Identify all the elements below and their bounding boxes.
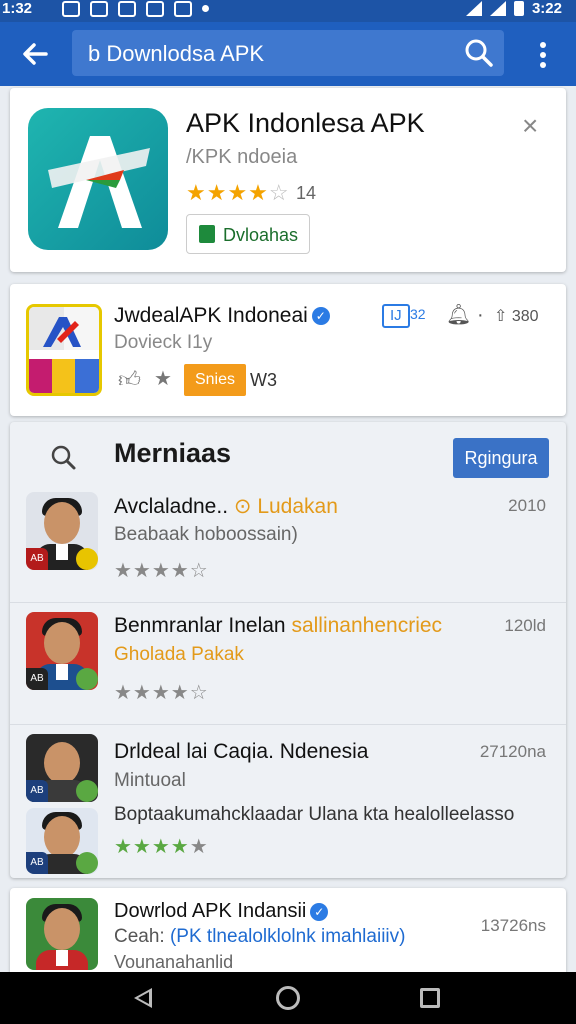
section-card: Merniaas Rgingura AB Avclaladne.. ⊙ Luda… [10, 422, 566, 878]
signal-icon [465, 1, 482, 16]
nav-recents-icon[interactable] [420, 988, 440, 1008]
badge-icon: AB [26, 780, 48, 802]
verified-badge-icon: ✓ [310, 902, 329, 921]
item-title: Drldeal lai Caqia. Ndenesia [114, 740, 369, 763]
avatar: AB [26, 492, 98, 570]
app-title: APK Indonlesa APK [186, 108, 425, 138]
verified-badge-icon: ✓ [311, 307, 330, 326]
avatar [26, 898, 98, 970]
item-description: Boptaakumahcklaadar Ulana kta healolleel… [114, 804, 515, 825]
status-time-left: 1:32 [2, 0, 33, 17]
badge-icon [76, 780, 98, 802]
item-title-text: Avclaladne.. [114, 495, 229, 518]
notification-icon [90, 1, 108, 17]
download-label: Dvloahas [223, 225, 299, 245]
item-title-suffix: sallinanhencriec [291, 614, 443, 637]
app-logo-icon [28, 108, 168, 250]
category-chip[interactable]: Snies [184, 364, 246, 396]
status-bar: 1:32 3:22 [0, 0, 576, 22]
item-subtitle: Mintuoal [114, 770, 186, 791]
share-count-value: 380 [511, 308, 539, 325]
app-card[interactable]: JwdealAPK Indoneai ✓ Dovieck I1y IJ 32 🔔︎… [10, 284, 566, 416]
notification-icon [174, 1, 192, 17]
download-button[interactable]: Dvloahas [186, 214, 310, 254]
item-title: Benmranlar Inelan sallinanhencriec [114, 614, 442, 638]
divider [10, 724, 566, 725]
badge-icon: AB [26, 668, 48, 690]
rating-stars: ★★★★☆ [186, 180, 290, 205]
app-subtitle-secondary: Vounanahanlid [114, 952, 234, 972]
app-title-text: JwdealAPK Indoneai [114, 304, 308, 327]
rating-count: 14 [296, 183, 317, 203]
search-icon[interactable] [462, 36, 496, 70]
item-count: 13726ns [480, 916, 546, 935]
badge-icon [76, 668, 98, 690]
app-logo-icon [26, 304, 102, 396]
notification-icon [146, 1, 164, 17]
item-subtitle: Beabaak hoboossain) [114, 524, 298, 545]
item-subtitle: Gholada Pakak [114, 644, 244, 665]
app-subtitle: Ceah: (PK tlnealolklolnk imahlaiiiv) [114, 926, 405, 948]
app-title: Dowrlod APK Indansii ✓ [114, 900, 329, 923]
status-time-right: 3:22 [531, 0, 562, 17]
more-options-icon[interactable] [530, 38, 556, 72]
app-card[interactable]: Dowrlod APK Indansii ✓ Ceah: (PK tlnealol… [10, 888, 566, 978]
item-title-text: Benmranlar Inelan [114, 614, 286, 637]
item-count: 120ld [504, 616, 546, 635]
nav-home-icon[interactable] [276, 986, 300, 1010]
badge-icon: AB [26, 548, 48, 570]
download-icon [199, 225, 215, 243]
rating-stars: ★★★★☆ [114, 560, 209, 582]
search-query-text: b Downlodsa APK [88, 41, 265, 66]
avatar: AB [26, 734, 98, 802]
featured-app-card[interactable]: APK Indonlesa APK /KPK ndoeia ★★★★☆ 14 D… [10, 88, 566, 272]
notification-bell-icon[interactable]: 🔔︎ · [446, 302, 484, 327]
notification-icon [62, 1, 80, 17]
rating-stars: ★★★★☆ [114, 682, 209, 704]
notification-dot-icon [202, 5, 209, 12]
badge-icon: AB [26, 852, 48, 874]
item-title: Avclaladne.. ⊙ Ludakan [114, 494, 338, 519]
divider [10, 602, 566, 603]
system-icons: 3:22 [465, 0, 562, 17]
list-item[interactable]: AB AB Drldeal lai Caqia. Ndenesia Mintuo… [10, 730, 566, 876]
app-bar: b Downlodsa APK [0, 22, 576, 86]
tag-count: 32 [410, 306, 426, 322]
item-count: 2010 [508, 496, 546, 515]
share-count[interactable]: ⇧ 380 [494, 306, 539, 326]
nav-back-inner-shape [138, 992, 149, 1004]
search-icon[interactable] [48, 442, 80, 474]
list-item[interactable]: AB Benmranlar Inelan sallinanhencriec Gh… [10, 608, 566, 724]
badge-icon [76, 852, 98, 874]
thumbs-up-icon[interactable]: 👍︎ [118, 366, 141, 393]
app-subtitle-prefix: Ceah: [114, 926, 165, 947]
item-title-suffix-text: Ludakan [257, 495, 338, 518]
notification-icons [62, 1, 209, 17]
section-action-button[interactable]: Rgingura [453, 438, 549, 478]
app-title-text: Dowrlod APK Indansii [114, 900, 307, 922]
app-subtitle-link[interactable]: (PK tlnealolklolnk imahlaiiiv) [170, 926, 405, 947]
search-input[interactable]: b Downlodsa APK [72, 30, 504, 76]
list-item[interactable]: AB Avclaladne.. ⊙ Ludakan Beabaak hoboos… [10, 488, 566, 598]
item-title-suffix: ⊙ Ludakan [233, 495, 338, 518]
app-subtitle: /KPK ndoeia [186, 146, 298, 168]
tag-badge[interactable]: IJ [382, 304, 410, 328]
back-arrow-icon[interactable] [18, 37, 52, 71]
notification-icon [118, 1, 136, 17]
battery-icon [513, 1, 524, 16]
close-icon[interactable]: × [522, 110, 538, 142]
app-subtitle: Dovieck I1y [114, 332, 213, 353]
rating-stars: ★★★★★ [114, 836, 209, 858]
system-nav-bar [0, 972, 576, 1024]
avatar: AB [26, 612, 98, 690]
chip-value: W3 [250, 370, 277, 390]
star-icon[interactable]: ★ [154, 366, 172, 391]
avatar: AB [26, 808, 98, 874]
wifi-icon [489, 1, 506, 16]
section-title: Merniaas [114, 438, 232, 468]
badge-icon [76, 548, 98, 570]
app-title: JwdealAPK Indoneai ✓ [114, 304, 330, 328]
item-count: 27120na [479, 742, 546, 761]
